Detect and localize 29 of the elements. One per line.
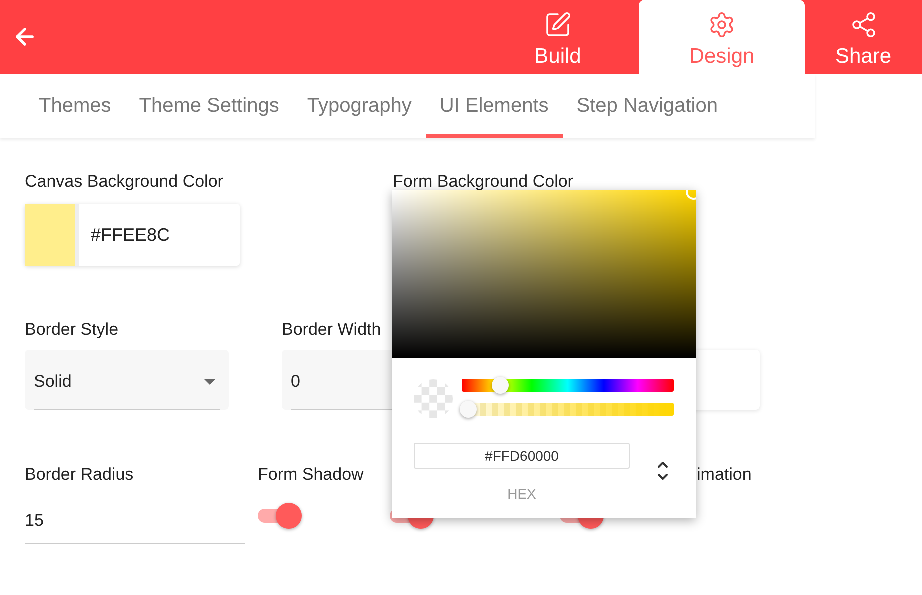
sub-tab[interactable]: Theme Settings [125, 74, 294, 138]
border-style-dropdown[interactable]: Solid [25, 350, 229, 410]
field-label: Canvas Background Color [25, 172, 224, 193]
color-field[interactable]: #FFEE8C [25, 204, 240, 266]
sub-tab[interactable]: Themes [25, 74, 126, 138]
sub-tab[interactable]: Typography [293, 74, 426, 138]
field-label: Border Style [25, 320, 120, 341]
field-label: Form Background Color [393, 172, 574, 193]
field-label: Border Width [282, 320, 382, 341]
toggle-switch[interactable] [258, 503, 302, 529]
hue-slider[interactable] [462, 379, 674, 392]
field-label: imation [697, 465, 752, 484]
header-tab[interactable]: Share [805, 0, 922, 74]
sub-tab[interactable]: UI Elements [426, 74, 563, 138]
field-label: Form Shadow [258, 465, 364, 484]
caret-icon [204, 378, 216, 384]
header-tab[interactable]: Build [477, 0, 639, 74]
format-label: HEX [508, 486, 536, 502]
saturation-area[interactable] [392, 190, 696, 358]
edit-icon [544, 11, 572, 39]
field-label: Border Radius [25, 465, 135, 486]
alpha-slider[interactable] [462, 403, 674, 416]
border-radius-field[interactable]: 15 [25, 499, 245, 544]
sub-tab[interactable]: Step Navigation [562, 74, 732, 138]
settings-icon [708, 11, 736, 39]
color-preview-icon [414, 379, 453, 419]
header-tab[interactable]: Design [639, 0, 805, 74]
hex-input[interactable]: #FFD60000 [414, 443, 630, 469]
share-icon [850, 11, 878, 39]
